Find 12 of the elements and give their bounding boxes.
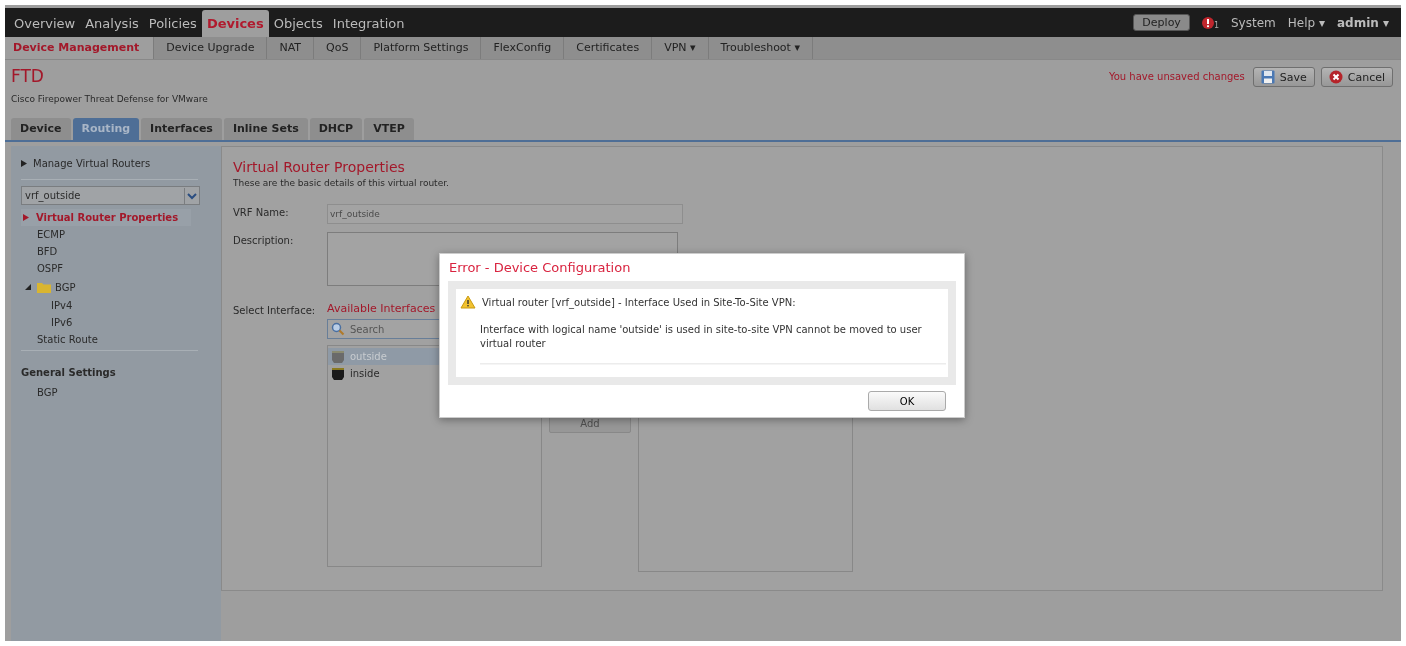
field-label: VRF Name: xyxy=(233,206,290,220)
field-label: Select Interface: xyxy=(233,304,317,318)
field-label: Description: xyxy=(233,234,295,248)
section-heading: General Settings xyxy=(21,367,117,378)
dialog-title: Error - Device Configuration xyxy=(449,260,632,275)
unsaved-notice: You have unsaved changes xyxy=(1108,71,1245,82)
error-message: Interface with logical name 'outside' is used in site-to-site VPN cannot be moved to user virtual router xyxy=(480,323,923,351)
page-title: Virtual Router Properties xyxy=(233,159,406,175)
device-model: Cisco Firepower Threat Defense for VMware xyxy=(11,94,208,104)
error-heading: Virtual router [vrf_outside] - Interface Used in Site-To-Site VPN: xyxy=(482,296,796,308)
page-subtitle: These are the basic details of this virtual router. xyxy=(233,178,450,188)
device-name: FTD xyxy=(11,66,45,86)
